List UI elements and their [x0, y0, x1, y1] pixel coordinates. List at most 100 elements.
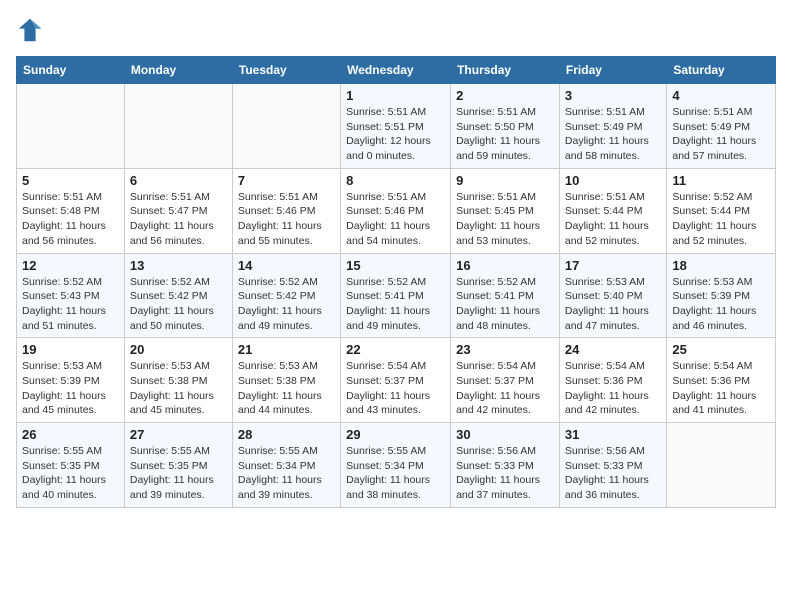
day-number: 2 — [456, 88, 554, 103]
day-info: Sunrise: 5:54 AMSunset: 5:37 PMDaylight:… — [346, 359, 445, 418]
day-number: 30 — [456, 427, 554, 442]
column-header-wednesday: Wednesday — [341, 57, 451, 84]
calendar-week-row: 1 Sunrise: 5:51 AMSunset: 5:51 PMDaylight… — [17, 84, 776, 169]
day-number: 21 — [238, 342, 335, 357]
column-header-thursday: Thursday — [451, 57, 560, 84]
page-header — [16, 16, 776, 44]
day-info: Sunrise: 5:52 AMSunset: 5:41 PMDaylight:… — [456, 275, 554, 334]
day-number: 22 — [346, 342, 445, 357]
calendar-cell: 6 Sunrise: 5:51 AMSunset: 5:47 PMDaylight… — [124, 168, 232, 253]
calendar-cell — [667, 423, 776, 508]
day-number: 20 — [130, 342, 227, 357]
calendar-cell: 20 Sunrise: 5:53 AMSunset: 5:38 PMDayligh… — [124, 338, 232, 423]
column-header-monday: Monday — [124, 57, 232, 84]
day-info: Sunrise: 5:53 AMSunset: 5:38 PMDaylight:… — [130, 359, 227, 418]
day-number: 9 — [456, 173, 554, 188]
column-header-tuesday: Tuesday — [232, 57, 340, 84]
day-info: Sunrise: 5:51 AMSunset: 5:49 PMDaylight:… — [672, 105, 770, 164]
day-info: Sunrise: 5:51 AMSunset: 5:46 PMDaylight:… — [238, 190, 335, 249]
column-header-saturday: Saturday — [667, 57, 776, 84]
day-number: 5 — [22, 173, 119, 188]
calendar-cell: 11 Sunrise: 5:52 AMSunset: 5:44 PMDayligh… — [667, 168, 776, 253]
day-info: Sunrise: 5:51 AMSunset: 5:48 PMDaylight:… — [22, 190, 119, 249]
calendar-cell — [17, 84, 125, 169]
day-number: 31 — [565, 427, 661, 442]
day-info: Sunrise: 5:53 AMSunset: 5:39 PMDaylight:… — [22, 359, 119, 418]
day-info: Sunrise: 5:52 AMSunset: 5:44 PMDaylight:… — [672, 190, 770, 249]
calendar-cell: 18 Sunrise: 5:53 AMSunset: 5:39 PMDayligh… — [667, 253, 776, 338]
day-info: Sunrise: 5:55 AMSunset: 5:34 PMDaylight:… — [346, 444, 445, 503]
calendar-cell: 24Sunrise: 5:54 AMSunset: 5:36 PMDayligh… — [559, 338, 666, 423]
column-header-sunday: Sunday — [17, 57, 125, 84]
calendar-cell: 21 Sunrise: 5:53 AMSunset: 5:38 PMDayligh… — [232, 338, 340, 423]
calendar-cell: 13 Sunrise: 5:52 AMSunset: 5:42 PMDayligh… — [124, 253, 232, 338]
calendar-cell: 9 Sunrise: 5:51 AMSunset: 5:45 PMDaylight… — [451, 168, 560, 253]
day-info: Sunrise: 5:51 AMSunset: 5:45 PMDaylight:… — [456, 190, 554, 249]
calendar-cell: 14 Sunrise: 5:52 AMSunset: 5:42 PMDayligh… — [232, 253, 340, 338]
day-number: 14 — [238, 258, 335, 273]
day-number: 11 — [672, 173, 770, 188]
day-number: 29 — [346, 427, 445, 442]
day-info: Sunrise: 5:55 AMSunset: 5:35 PMDaylight:… — [130, 444, 227, 503]
calendar-cell: 4 Sunrise: 5:51 AMSunset: 5:49 PMDaylight… — [667, 84, 776, 169]
day-info: Sunrise: 5:51 AMSunset: 5:44 PMDaylight:… — [565, 190, 661, 249]
day-number: 6 — [130, 173, 227, 188]
day-info: Sunrise: 5:54 AMSunset: 5:36 PMDaylight:… — [672, 359, 770, 418]
day-info: Sunrise: 5:52 AMSunset: 5:42 PMDaylight:… — [130, 275, 227, 334]
day-number: 25 — [672, 342, 770, 357]
column-header-friday: Friday — [559, 57, 666, 84]
calendar-cell: 7 Sunrise: 5:51 AMSunset: 5:46 PMDaylight… — [232, 168, 340, 253]
day-number: 18 — [672, 258, 770, 273]
calendar-cell: 10 Sunrise: 5:51 AMSunset: 5:44 PMDayligh… — [559, 168, 666, 253]
day-number: 4 — [672, 88, 770, 103]
calendar-cell: 30 Sunrise: 5:56 AMSunset: 5:33 PMDayligh… — [451, 423, 560, 508]
day-info: Sunrise: 5:51 AMSunset: 5:46 PMDaylight:… — [346, 190, 445, 249]
calendar-cell: 17 Sunrise: 5:53 AMSunset: 5:40 PMDayligh… — [559, 253, 666, 338]
logo — [16, 16, 48, 44]
day-info: Sunrise: 5:52 AMSunset: 5:43 PMDaylight:… — [22, 275, 119, 334]
calendar-cell: 5 Sunrise: 5:51 AMSunset: 5:48 PMDaylight… — [17, 168, 125, 253]
day-info: Sunrise: 5:55 AMSunset: 5:35 PMDaylight:… — [22, 444, 119, 503]
day-number: 17 — [565, 258, 661, 273]
logo-icon — [16, 16, 44, 44]
day-info: Sunrise: 5:51 AMSunset: 5:47 PMDaylight:… — [130, 190, 227, 249]
day-info: Sunrise: 5:56 AMSunset: 5:33 PMDaylight:… — [565, 444, 661, 503]
calendar-cell: 29 Sunrise: 5:55 AMSunset: 5:34 PMDayligh… — [341, 423, 451, 508]
calendar-week-row: 12Sunrise: 5:52 AMSunset: 5:43 PMDayligh… — [17, 253, 776, 338]
day-info: Sunrise: 5:56 AMSunset: 5:33 PMDaylight:… — [456, 444, 554, 503]
day-info: Sunrise: 5:51 AMSunset: 5:50 PMDaylight:… — [456, 105, 554, 164]
day-info: Sunrise: 5:54 AMSunset: 5:36 PMDaylight:… — [565, 359, 661, 418]
calendar-cell — [124, 84, 232, 169]
day-number: 26 — [22, 427, 119, 442]
day-number: 7 — [238, 173, 335, 188]
day-info: Sunrise: 5:51 AMSunset: 5:49 PMDaylight:… — [565, 105, 661, 164]
day-info: Sunrise: 5:55 AMSunset: 5:34 PMDaylight:… — [238, 444, 335, 503]
day-number: 16 — [456, 258, 554, 273]
calendar-cell: 31 Sunrise: 5:56 AMSunset: 5:33 PMDayligh… — [559, 423, 666, 508]
calendar-cell: 8 Sunrise: 5:51 AMSunset: 5:46 PMDaylight… — [341, 168, 451, 253]
day-number: 23 — [456, 342, 554, 357]
calendar-cell: 2 Sunrise: 5:51 AMSunset: 5:50 PMDaylight… — [451, 84, 560, 169]
day-number: 13 — [130, 258, 227, 273]
day-info: Sunrise: 5:53 AMSunset: 5:39 PMDaylight:… — [672, 275, 770, 334]
calendar-cell: 26 Sunrise: 5:55 AMSunset: 5:35 PMDayligh… — [17, 423, 125, 508]
day-number: 10 — [565, 173, 661, 188]
day-info: Sunrise: 5:52 AMSunset: 5:41 PMDaylight:… — [346, 275, 445, 334]
day-number: 3 — [565, 88, 661, 103]
day-info: Sunrise: 5:51 AMSunset: 5:51 PMDaylight:… — [346, 105, 445, 164]
calendar-cell: 1 Sunrise: 5:51 AMSunset: 5:51 PMDaylight… — [341, 84, 451, 169]
calendar-cell: 16 Sunrise: 5:52 AMSunset: 5:41 PMDayligh… — [451, 253, 560, 338]
calendar-week-row: 5 Sunrise: 5:51 AMSunset: 5:48 PMDaylight… — [17, 168, 776, 253]
calendar-cell: 19Sunrise: 5:53 AMSunset: 5:39 PMDayligh… — [17, 338, 125, 423]
calendar-table: SundayMondayTuesdayWednesdayThursdayFrid… — [16, 56, 776, 508]
calendar-cell: 12Sunrise: 5:52 AMSunset: 5:43 PMDayligh… — [17, 253, 125, 338]
calendar-cell: 28Sunrise: 5:55 AMSunset: 5:34 PMDayligh… — [232, 423, 340, 508]
calendar-cell: 25 Sunrise: 5:54 AMSunset: 5:36 PMDayligh… — [667, 338, 776, 423]
calendar-cell: 27Sunrise: 5:55 AMSunset: 5:35 PMDayligh… — [124, 423, 232, 508]
calendar-week-row: 26 Sunrise: 5:55 AMSunset: 5:35 PMDayligh… — [17, 423, 776, 508]
day-number: 8 — [346, 173, 445, 188]
day-info: Sunrise: 5:52 AMSunset: 5:42 PMDaylight:… — [238, 275, 335, 334]
day-info: Sunrise: 5:53 AMSunset: 5:38 PMDaylight:… — [238, 359, 335, 418]
day-number: 1 — [346, 88, 445, 103]
day-info: Sunrise: 5:53 AMSunset: 5:40 PMDaylight:… — [565, 275, 661, 334]
